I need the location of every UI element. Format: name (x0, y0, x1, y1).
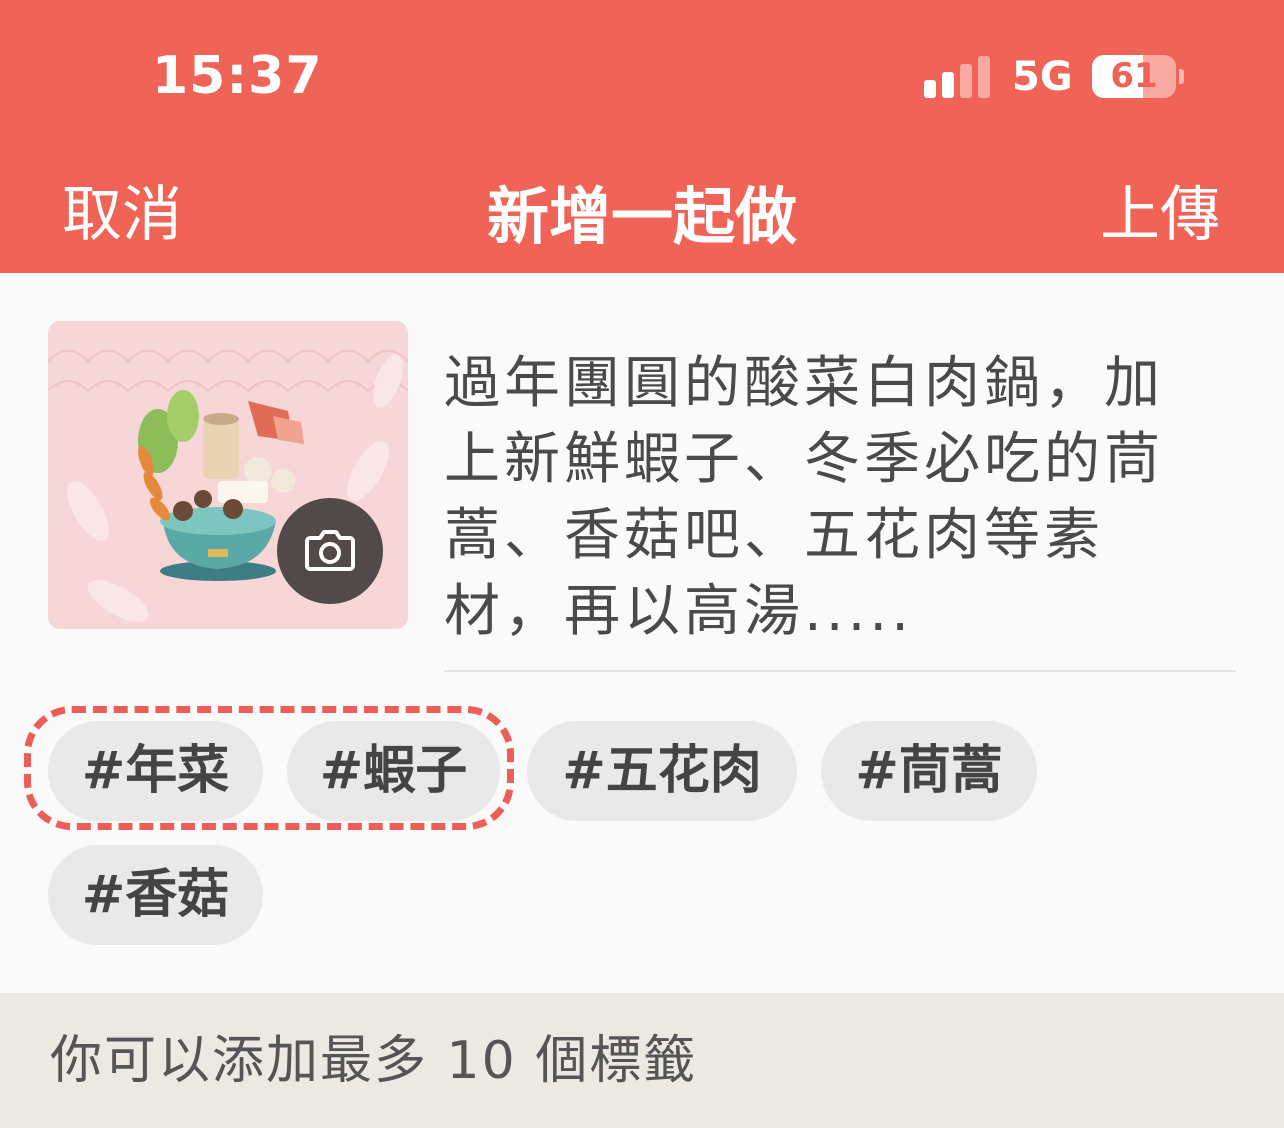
status-time: 15:37 (152, 46, 323, 106)
upload-button[interactable]: 上傳 (1100, 166, 1220, 253)
tag-chip[interactable]: #五花肉 (527, 721, 797, 821)
battery-icon: 61 (1092, 55, 1184, 98)
tag-chip[interactable]: #茼蒿 (821, 721, 1037, 821)
post-description[interactable]: 過年團圓的酸菜白肉鍋，加上新鮮蝦子、冬季必吃的茼蒿、香菇吧、五花肉等素材，再以高… (444, 346, 1214, 650)
tag-chip[interactable]: #香菇 (48, 845, 263, 945)
cancel-button[interactable]: 取消 (62, 166, 182, 253)
camera-icon (305, 530, 355, 571)
tag-limit-note: 你可以添加最多 10 個標籤 (50, 1031, 698, 1091)
camera-button[interactable] (277, 498, 383, 604)
page-title: 新增一起做 (486, 180, 797, 253)
signal-icon (924, 56, 990, 98)
network-label: 5G (1012, 54, 1073, 100)
divider (444, 670, 1236, 672)
highlight-box (24, 706, 514, 830)
app-header: 15:37 5G 61 取消 新增一起做 上傳 (0, 0, 1284, 273)
battery-level: 61 (1110, 56, 1158, 96)
